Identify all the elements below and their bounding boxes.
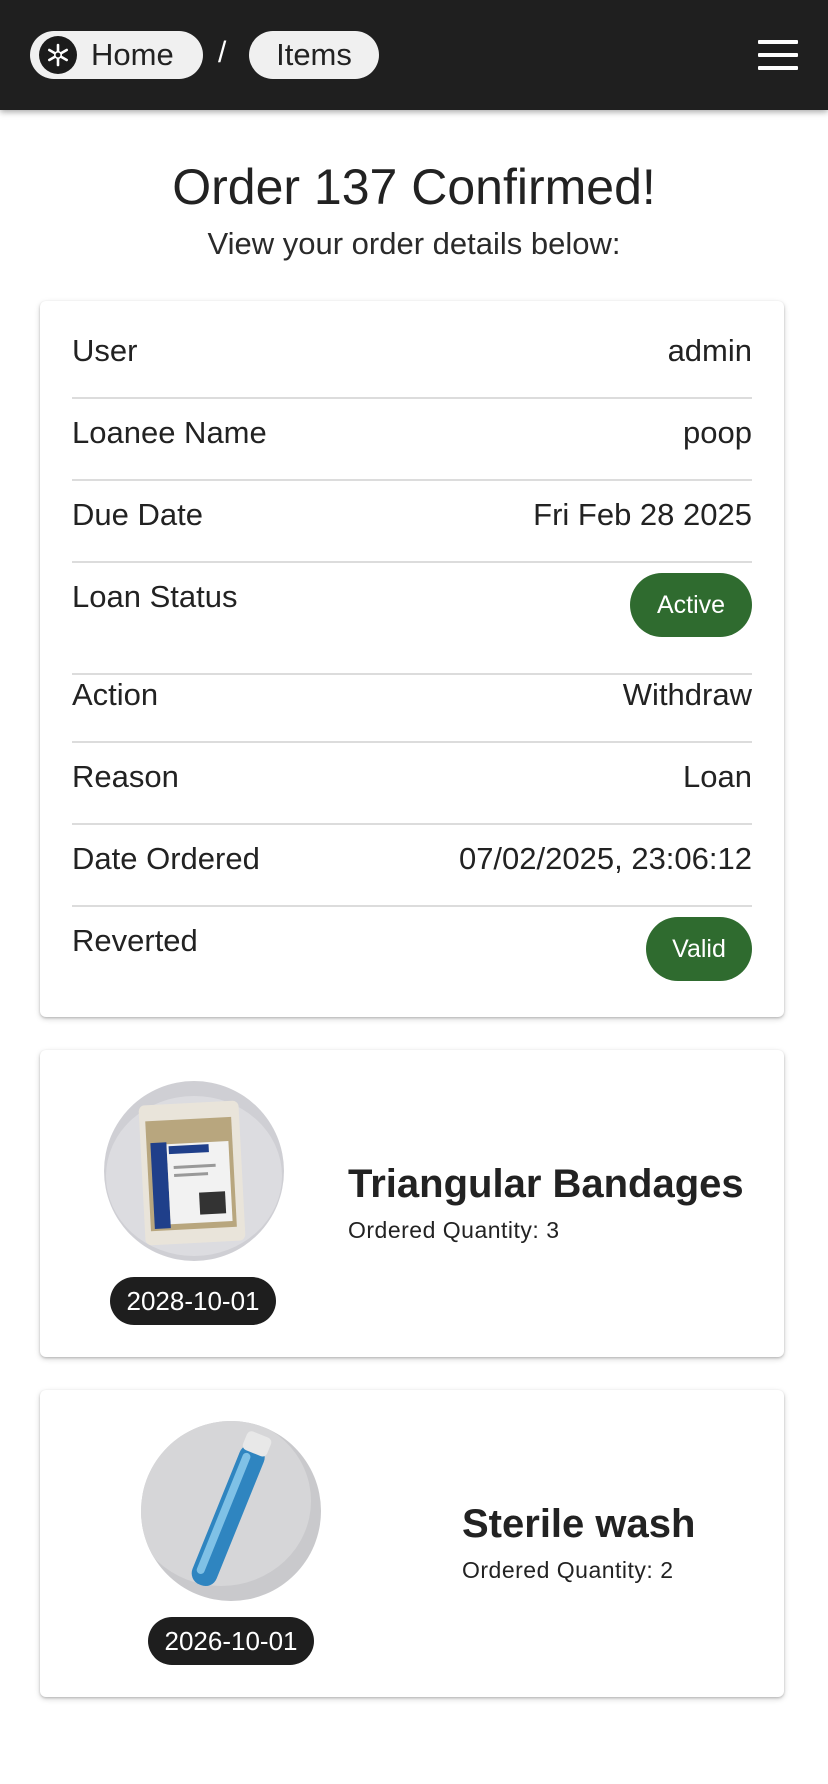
item-name: Sterile wash [462,1502,696,1546]
detail-row-loanee-name: Loanee Name poop [72,415,752,481]
detail-label: Reverted [72,923,198,958]
detail-row-reverted: Reverted Valid [72,917,752,1003]
detail-label: Due Date [72,497,203,532]
detail-row-action: Action Withdraw [72,677,752,743]
ordered-item-card[interactable]: 2028-10-01 Triangular Bandages Ordered Q… [40,1050,784,1357]
breadcrumb-separator: / [218,36,227,69]
hamburger-menu-icon[interactable] [758,40,798,70]
breadcrumb-items-label: Items [276,37,352,72]
page-title: Order 137 Confirmed! [172,159,656,215]
breadcrumb-home[interactable]: Home [30,31,203,79]
detail-value: admin [667,333,752,368]
expiry-date-badge: 2028-10-01 [110,1277,276,1325]
expiry-date-badge: 2026-10-01 [148,1617,314,1665]
order-details-card: User admin Loanee Name poop Due Date Fri… [40,301,784,1017]
detail-label: Date Ordered [72,841,260,876]
detail-row-date-ordered: Date Ordered 07/02/2025, 23:06:12 [72,841,752,907]
detail-label: Loan Status [72,579,238,614]
breadcrumb-items[interactable]: Items [249,31,379,79]
reverted-status-badge: Valid [646,917,752,981]
detail-row-loan-status: Loan Status Active [72,573,752,675]
detail-value: Loan [683,759,752,794]
item-quantity: Ordered Quantity: 3 [348,1217,560,1243]
page-subtitle: View your order details below: [207,226,621,261]
item-photo-sterile-wash [141,1421,321,1601]
item-name: Triangular Bandages [348,1162,744,1206]
breadcrumb-home-label: Home [91,37,174,72]
detail-row-user: User admin [72,333,752,399]
item-quantity: Ordered Quantity: 2 [462,1557,674,1583]
detail-label: Reason [72,759,179,794]
detail-label: Action [72,677,159,712]
detail-label: User [72,333,138,368]
item-photo-bandage-pack [104,1081,284,1261]
detail-row-reason: Reason Loan [72,759,752,825]
medical-star-logo-icon [39,36,77,74]
loan-status-badge: Active [630,573,752,637]
detail-value: poop [683,415,752,450]
detail-value: Fri Feb 28 2025 [533,497,752,532]
detail-label: Loanee Name [72,415,267,450]
ordered-item-card[interactable]: 2026-10-01 Sterile wash Ordered Quantity… [40,1390,784,1697]
detail-value: Withdraw [622,677,752,712]
detail-row-due-date: Due Date Fri Feb 28 2025 [72,497,752,563]
detail-value: 07/02/2025, 23:06:12 [458,841,752,876]
top-navbar: Home / Items [0,0,828,110]
